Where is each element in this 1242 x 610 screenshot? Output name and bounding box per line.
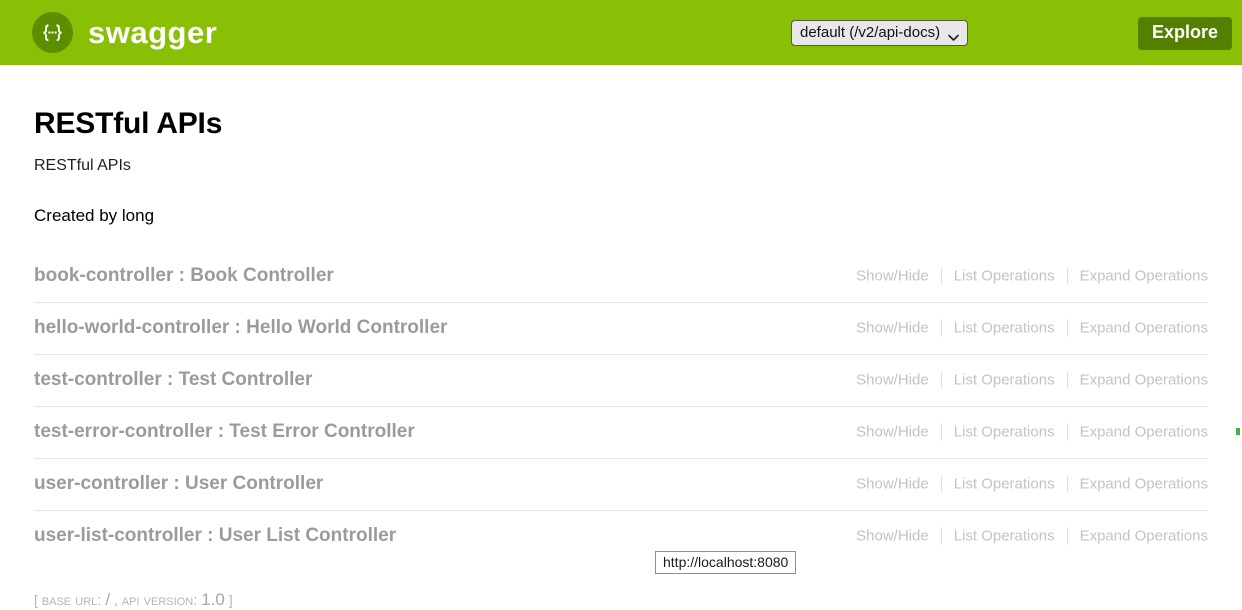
swagger-logo-link[interactable]: swagger: [32, 12, 217, 53]
resource-link-user-controller[interactable]: user-controller : User Controller: [34, 473, 323, 496]
resource-link-hello-world-controller[interactable]: hello-world-controller : Hello World Con…: [34, 317, 447, 340]
resource-row: hello-world-controller : Hello World Con…: [34, 303, 1208, 355]
api-description: RESTful APIs: [34, 157, 131, 174]
list-operations-link[interactable]: List Operations: [942, 528, 1067, 545]
expand-operations-link[interactable]: Expand Operations: [1068, 424, 1208, 441]
api-version-value: 1.0: [201, 589, 225, 609]
resource-list: book-controller : Book Controller Show/H…: [34, 251, 1208, 562]
resource-row: user-controller : User Controller Show/H…: [34, 459, 1208, 511]
resource-operations: Show/Hide List Operations Expand Operati…: [856, 319, 1208, 337]
api-select-wrapper: default (/v2/api-docs): [791, 20, 968, 46]
swagger-topbar: swagger default (/v2/api-docs) Explore: [0, 0, 1242, 65]
api-version-label: API VERSION:: [121, 591, 198, 609]
resource-operations: Show/Hide List Operations Expand Operati…: [856, 475, 1208, 493]
show-hide-link[interactable]: Show/Hide: [856, 372, 941, 389]
expand-operations-link[interactable]: Expand Operations: [1068, 268, 1208, 285]
resource-operations: Show/Hide List Operations Expand Operati…: [856, 267, 1208, 285]
show-hide-link[interactable]: Show/Hide: [856, 320, 941, 337]
resource-link-book-controller[interactable]: book-controller : Book Controller: [34, 265, 334, 288]
show-hide-link[interactable]: Show/Hide: [856, 424, 941, 441]
resource-operations: Show/Hide List Operations Expand Operati…: [856, 423, 1208, 441]
resource-row: user-list-controller : User List Control…: [34, 511, 1208, 562]
resource-link-user-list-controller[interactable]: user-list-controller : User List Control…: [34, 525, 396, 548]
resource-row: test-error-controller : Test Error Contr…: [34, 407, 1208, 459]
explore-button[interactable]: Explore: [1137, 17, 1232, 50]
base-url-value: /: [105, 589, 111, 609]
api-docs-select[interactable]: default (/v2/api-docs): [791, 20, 968, 46]
show-hide-link[interactable]: Show/Hide: [856, 268, 941, 285]
resource-operations: Show/Hide List Operations Expand Operati…: [856, 371, 1208, 389]
swagger-logo-text: swagger: [88, 15, 218, 50]
expand-operations-link[interactable]: Expand Operations: [1068, 372, 1208, 389]
footer-close-bracket: ]: [228, 591, 233, 608]
list-operations-link[interactable]: List Operations: [942, 268, 1067, 285]
footer-comma: ,: [114, 591, 118, 608]
main-content: RESTful APIs RESTful APIs Created by lon…: [0, 106, 1242, 610]
resource-link-test-error-controller[interactable]: test-error-controller : Test Error Contr…: [34, 421, 415, 444]
list-operations-link[interactable]: List Operations: [942, 476, 1067, 493]
expand-operations-link[interactable]: Expand Operations: [1068, 320, 1208, 337]
list-operations-link[interactable]: List Operations: [942, 372, 1067, 389]
page-title: RESTful APIs: [34, 107, 223, 140]
list-operations-link[interactable]: List Operations: [942, 424, 1067, 441]
show-hide-link[interactable]: Show/Hide: [856, 528, 941, 545]
resource-row: book-controller : Book Controller Show/H…: [34, 251, 1208, 303]
resource-link-test-controller[interactable]: test-controller : Test Controller: [34, 369, 312, 392]
resource-operations: Show/Hide List Operations Expand Operati…: [856, 527, 1208, 545]
show-hide-link[interactable]: Show/Hide: [856, 476, 941, 493]
swagger-braces-icon: [32, 12, 73, 53]
base-url-label: BASE URL:: [41, 591, 102, 609]
browser-status-url: http://localhost:8080: [655, 551, 797, 574]
scrollbar-artifact: [1236, 428, 1240, 435]
list-operations-link[interactable]: List Operations: [942, 320, 1067, 337]
created-by: Created by long: [34, 205, 155, 225]
expand-operations-link[interactable]: Expand Operations: [1068, 476, 1208, 493]
resource-row: test-controller : Test Controller Show/H…: [34, 355, 1208, 407]
expand-operations-link[interactable]: Expand Operations: [1068, 528, 1208, 545]
footer-open-bracket: [: [34, 591, 38, 608]
